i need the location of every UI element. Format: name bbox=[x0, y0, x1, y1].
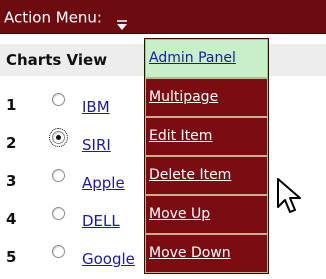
row-radio[interactable] bbox=[52, 245, 65, 258]
action-menu-label: Action Menu: bbox=[4, 8, 102, 27]
row-link[interactable]: Apple bbox=[82, 174, 125, 192]
row-radio[interactable] bbox=[52, 207, 65, 220]
row-radio[interactable] bbox=[52, 93, 65, 106]
menu-item-move-up[interactable]: Move Up bbox=[145, 195, 268, 234]
menu-item-move-down[interactable]: Move Down bbox=[145, 234, 268, 273]
row-link[interactable]: Google bbox=[82, 250, 135, 268]
action-dropdown-menu: Admin Panel Multipage Edit Item Delete I… bbox=[144, 38, 269, 274]
menu-item-admin-panel[interactable]: Admin Panel bbox=[145, 39, 268, 78]
menu-item-multipage[interactable]: Multipage bbox=[145, 78, 268, 117]
row-number: 2 bbox=[6, 134, 17, 152]
action-menu-bar: Action Menu: bbox=[0, 0, 326, 34]
row-link[interactable]: IBM bbox=[82, 98, 110, 116]
charts-view-title: Charts View bbox=[6, 51, 108, 69]
menu-item-edit-item[interactable]: Edit Item bbox=[145, 117, 268, 156]
row-radio-selected[interactable] bbox=[49, 128, 68, 147]
row-number: 5 bbox=[6, 248, 17, 266]
row-number: 3 bbox=[6, 172, 17, 190]
row-number: 1 bbox=[6, 96, 17, 114]
row-number: 4 bbox=[6, 210, 17, 228]
dropdown-arrow-icon[interactable] bbox=[115, 11, 129, 30]
application-frame: Action Menu: Charts View 1 IBM 2 SIRI 3 … bbox=[0, 0, 326, 279]
row-radio[interactable] bbox=[52, 169, 65, 182]
row-link[interactable]: DELL bbox=[82, 212, 120, 230]
row-link[interactable]: SIRI bbox=[82, 136, 111, 154]
mouse-pointer-icon bbox=[276, 178, 304, 218]
menu-item-delete-item[interactable]: Delete Item bbox=[145, 156, 268, 195]
